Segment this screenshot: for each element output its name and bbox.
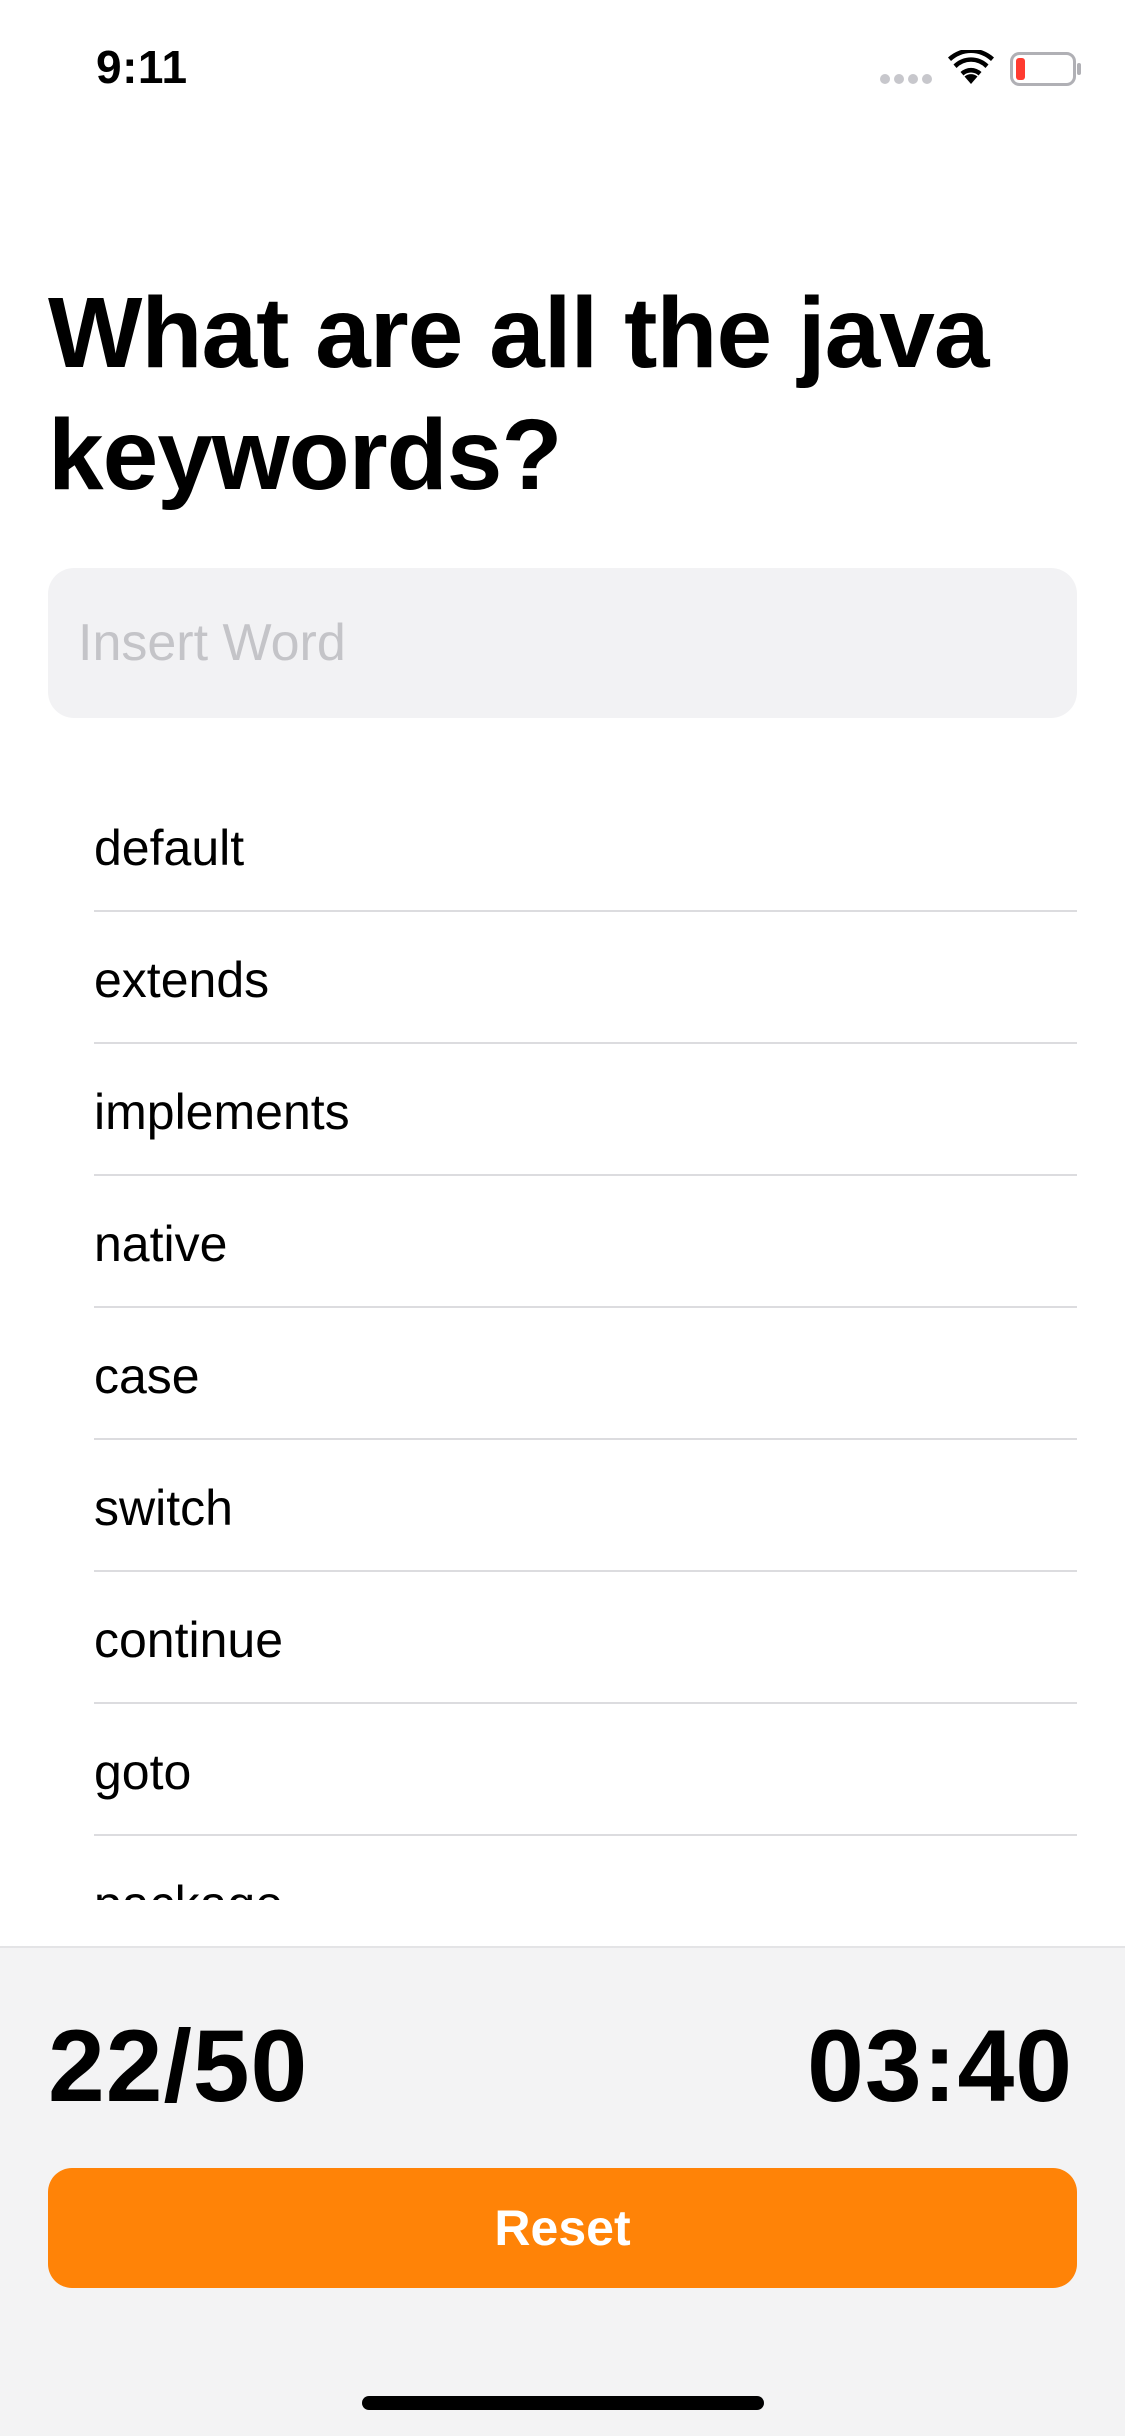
answer-label: implements	[94, 1084, 350, 1140]
answer-row: case	[94, 1308, 1077, 1440]
answer-row: extends	[94, 912, 1077, 1044]
battery-icon	[1010, 52, 1081, 86]
answer-row: package	[94, 1836, 1077, 1900]
answer-label: case	[94, 1348, 200, 1404]
answer-label: package	[94, 1874, 283, 1900]
status-time: 9:11	[96, 41, 188, 93]
answer-row: switch	[94, 1440, 1077, 1572]
home-indicator[interactable]	[362, 2396, 764, 2410]
answer-row: default	[94, 780, 1077, 912]
answer-row: implements	[94, 1044, 1077, 1176]
quiz-screen: 9:11 What are all the java keywords? def…	[0, 0, 1125, 2436]
answer-list[interactable]: default extends implements native case s…	[0, 780, 1125, 1900]
answer-label: continue	[94, 1612, 284, 1668]
answer-label: goto	[94, 1744, 192, 1800]
answer-label: native	[94, 1216, 228, 1272]
answer-row: goto	[94, 1704, 1077, 1836]
question-title: What are all the java keywords?	[48, 277, 989, 511]
countdown-timer: 03:40	[807, 2009, 1073, 2123]
word-input[interactable]	[78, 568, 1038, 718]
score-counter: 22/50	[48, 2009, 309, 2123]
signal-icon	[880, 74, 932, 86]
answer-row: native	[94, 1176, 1077, 1308]
score-panel: 22/50 03:40 Reset	[0, 1946, 1125, 2436]
answer-row: continue	[94, 1572, 1077, 1704]
word-input-container	[48, 568, 1077, 718]
wifi-icon	[948, 50, 994, 84]
reset-button[interactable]: Reset	[48, 2168, 1077, 2288]
answer-label: switch	[94, 1480, 233, 1536]
answer-label: default	[94, 820, 245, 876]
status-bar: 9:11	[0, 0, 1125, 132]
answer-label: extends	[94, 952, 270, 1008]
